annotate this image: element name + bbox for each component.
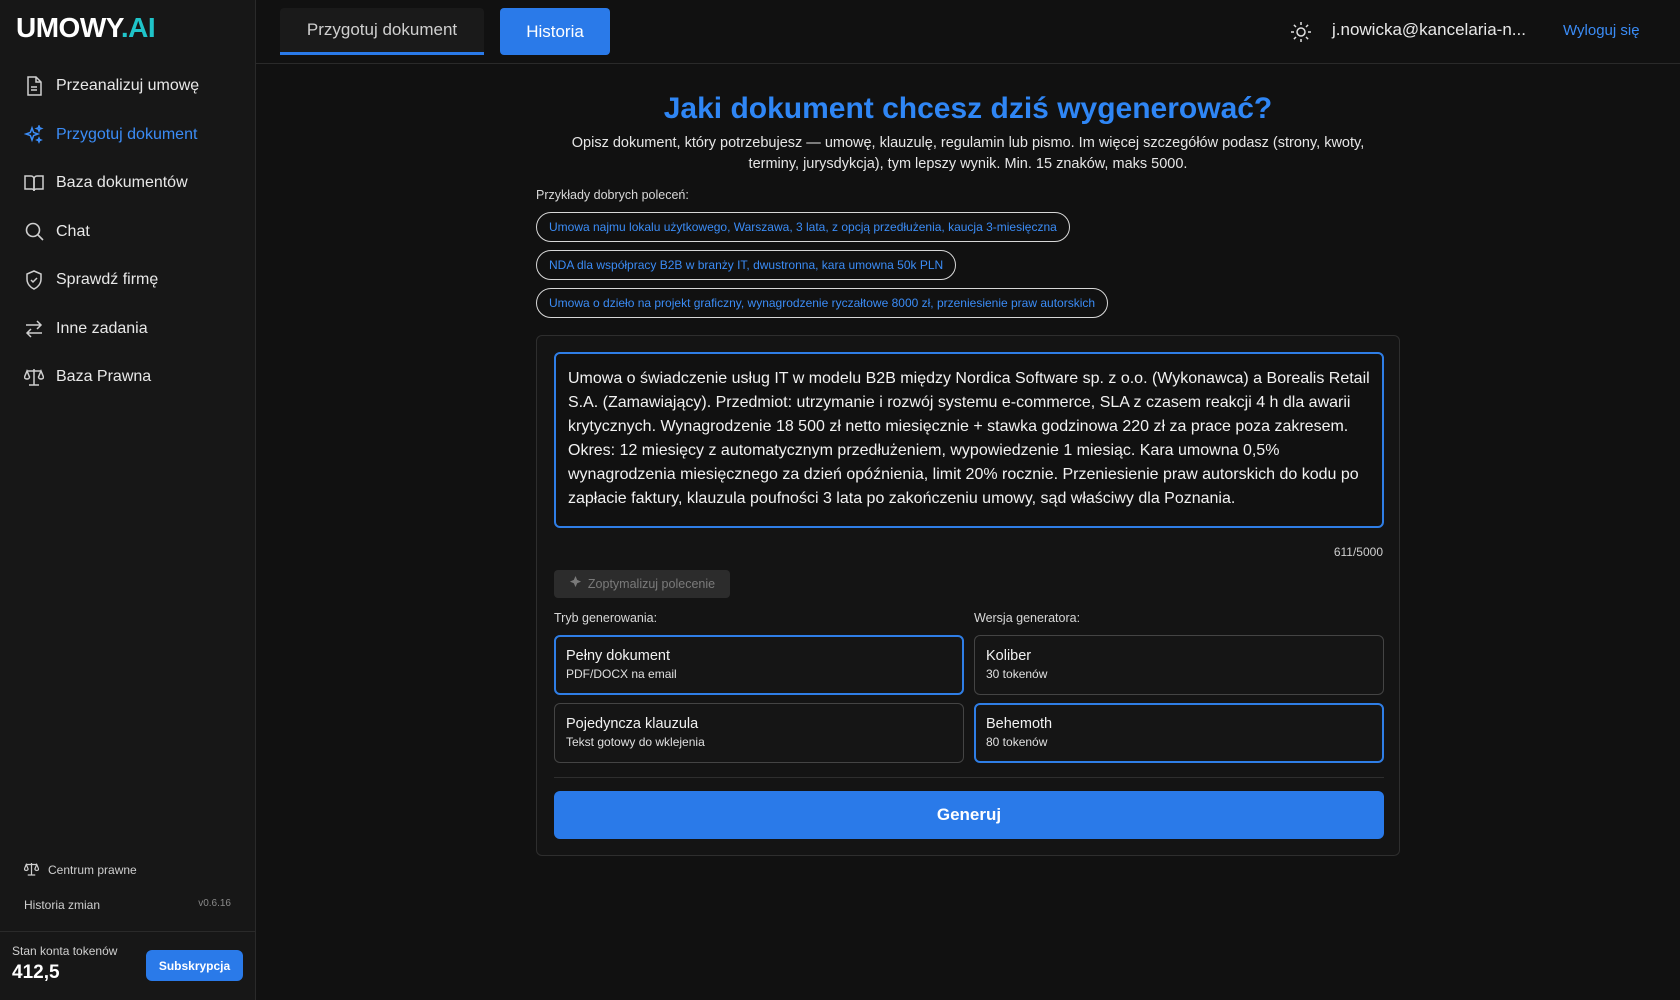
arrows-exchange-icon	[24, 319, 44, 339]
version-label: Wersja generatora:	[974, 611, 1081, 625]
option-title: Pojedyncza klauzula	[566, 716, 699, 732]
sun-icon[interactable]	[1290, 21, 1312, 43]
document-icon	[24, 76, 44, 96]
optimize-prompt-label: Zoptymalizuj polecenie	[587, 577, 716, 591]
sidebar-item-chat[interactable]: Chat	[0, 208, 256, 257]
mode-label: Tryb generowania:	[554, 611, 658, 625]
sidebar-item-label: Chat	[56, 222, 90, 240]
page-title: Jaki dokument chcesz dziś wygenerować?	[663, 92, 1273, 125]
top-bar: Przygotuj dokument Historia j.nowicka@ka…	[256, 0, 1680, 64]
sidebar-item-other-tasks[interactable]: Inne zadania	[0, 305, 256, 354]
examples-label: Przykłady dobrych poleceń:	[536, 188, 689, 202]
search-icon	[24, 222, 44, 242]
tokens-label: Stan konta tokenów	[12, 944, 118, 958]
generator-card: Umowa o świadczenie usług IT w modelu B2…	[536, 335, 1400, 856]
option-title: Pełny dokument	[566, 648, 670, 664]
option-desc: 30 tokenów	[986, 667, 1048, 681]
optimize-prompt-button[interactable]: Zoptymalizuj polecenie	[554, 570, 730, 598]
magic-icon	[569, 576, 582, 592]
version-option-behemoth[interactable]: Behemoth 80 tokenów	[974, 703, 1384, 763]
version-label: v0.6.16	[198, 898, 231, 909]
option-title: Behemoth	[986, 716, 1053, 732]
shield-icon	[24, 270, 44, 291]
sidebar-item-label: Baza dokumentów	[56, 174, 188, 192]
sparkles-icon	[24, 124, 44, 145]
sidebar-item-legal-base[interactable]: Baza Prawna	[0, 353, 256, 402]
changelog-link[interactable]: Historia zmian	[24, 898, 100, 912]
character-counter: 611/5000	[1333, 545, 1383, 559]
option-desc: 80 tokenów	[986, 735, 1048, 749]
example-chip[interactable]: Umowa o dzieło na projekt graficzny, wyn…	[536, 288, 1109, 318]
subscription-button[interactable]: Subskrypcja	[146, 950, 243, 981]
user-email: j.nowicka@kancelaria-n...	[1332, 20, 1526, 39]
prompt-textarea[interactable]: Umowa o świadczenie usług IT w modelu B2…	[554, 352, 1384, 528]
divider	[554, 777, 1384, 778]
sidebar-item-check-company[interactable]: Sprawdź firmę	[0, 256, 256, 305]
sidebar-item-analyze[interactable]: Przeanalizuj umowę	[0, 62, 256, 111]
sidebar-nav: Przeanalizuj umowę Przygotuj dokument Ba…	[0, 62, 256, 402]
version-option-koliber[interactable]: Koliber 30 tokenów	[974, 635, 1384, 695]
sidebar-item-documents[interactable]: Baza dokumentów	[0, 159, 256, 208]
mode-option-single-clause[interactable]: Pojedyncza klauzula Tekst gotowy do wkle…	[554, 703, 964, 763]
example-chip[interactable]: NDA dla współpracy B2B w branży IT, dwus…	[536, 250, 957, 280]
sidebar-item-prepare[interactable]: Przygotuj dokument	[0, 111, 256, 160]
divider	[0, 931, 256, 932]
mode-option-full-document[interactable]: Pełny dokument PDF/DOCX na email	[554, 635, 964, 695]
example-chip[interactable]: Umowa najmu lokalu użytkowego, Warszawa,…	[536, 212, 1070, 242]
sidebar-footer: Centrum prawne	[0, 858, 256, 882]
page-subtitle: Opisz dokument, który potrzebujesz — umo…	[571, 135, 1365, 172]
scales-icon	[24, 367, 44, 387]
tab-history[interactable]: Historia	[500, 8, 610, 55]
scales-icon	[23, 862, 40, 878]
sidebar-item-label: Przygotuj dokument	[56, 125, 198, 143]
sidebar-item-label: Przeanalizuj umowę	[56, 77, 200, 95]
main-content: Jaki dokument chcesz dziś wygenerować? O…	[256, 64, 1680, 1000]
option-desc: PDF/DOCX na email	[566, 667, 677, 681]
sidebar-item-label: Baza Prawna	[56, 368, 152, 386]
legal-center-link[interactable]: Centrum prawne	[0, 858, 256, 882]
app-logo[interactable]: UMOWY.AI	[16, 12, 156, 44]
generate-button[interactable]: Generuj	[554, 791, 1384, 839]
changelog-row: Historia zmian v0.6.16	[24, 898, 231, 912]
logout-link[interactable]: Wyloguj się	[1563, 22, 1640, 39]
book-icon	[24, 173, 44, 193]
sidebar: UMOWY.AI Przeanalizuj umowę Przygotuj do…	[0, 0, 256, 1000]
sidebar-item-label: Sprawdź firmę	[56, 271, 159, 289]
sidebar-item-label: Inne zadania	[56, 319, 148, 337]
option-title: Koliber	[986, 648, 1032, 664]
tab-prepare-document[interactable]: Przygotuj dokument	[280, 8, 484, 55]
legal-center-label: Centrum prawne	[48, 863, 137, 877]
tokens-balance: 412,5	[12, 962, 60, 983]
option-desc: Tekst gotowy do wklejenia	[566, 735, 705, 749]
